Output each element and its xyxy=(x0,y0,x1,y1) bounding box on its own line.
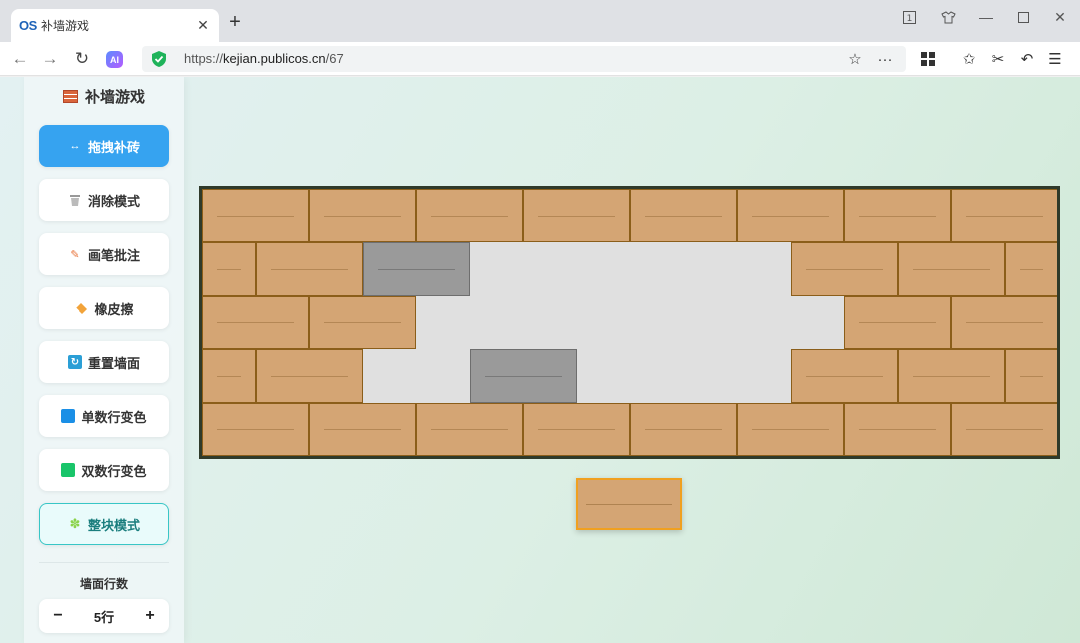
tab-title: 补墙游戏 xyxy=(41,19,90,33)
wall-brick[interactable] xyxy=(844,189,951,243)
url-path: /67 xyxy=(325,51,344,66)
rows-value: 5行 xyxy=(93,609,115,625)
erase-mode-button[interactable]: 消除模式 xyxy=(39,179,169,221)
browser-tab[interactable]: OS 补墙游戏 ✕ xyxy=(11,9,219,42)
wall-brick[interactable] xyxy=(951,402,1057,456)
whole-block-mode-label: 整块模式 xyxy=(87,517,140,533)
erase-mode-label: 消除模式 xyxy=(87,193,140,209)
wall-brick[interactable] xyxy=(416,402,523,456)
brick-wall xyxy=(199,186,1060,459)
wall-brick[interactable] xyxy=(737,402,844,456)
maximize-icon[interactable] xyxy=(1010,6,1036,28)
reset-wall-button[interactable]: ↻ 重置墙面 xyxy=(39,341,169,383)
eraser-button[interactable]: 橡皮擦 xyxy=(39,287,169,329)
eraser-label: 橡皮擦 xyxy=(94,301,134,317)
wall-brick[interactable] xyxy=(309,295,416,350)
wall-rows-stepper: − 5行 + xyxy=(39,599,169,633)
url-prefix: https:// xyxy=(184,51,224,66)
svg-text:1: 1 xyxy=(906,14,912,24)
whole-block-mode-button[interactable]: ✽ 整块模式 xyxy=(39,503,169,545)
wall-brick[interactable] xyxy=(630,189,737,243)
draggable-brick[interactable] xyxy=(576,478,682,530)
wall-brick[interactable] xyxy=(1004,349,1057,403)
wall-brick[interactable] xyxy=(309,402,416,456)
grey-brick[interactable] xyxy=(469,349,577,403)
reset-icon: ↻ xyxy=(67,355,82,369)
wall-brick[interactable] xyxy=(202,189,309,243)
tab-count-icon[interactable]: 1 xyxy=(896,6,922,28)
wall-brick[interactable] xyxy=(1004,242,1057,296)
even-row-color-button[interactable]: 双数行变色 xyxy=(39,449,169,491)
wall-brick[interactable] xyxy=(202,349,256,403)
pencil-icon: ✎ xyxy=(70,248,80,261)
wall-brick[interactable] xyxy=(951,189,1057,243)
back-arrow-icon[interactable]: ← xyxy=(8,48,32,70)
site-logo-icon: OS xyxy=(19,18,37,33)
minimize-icon[interactable]: — xyxy=(973,6,999,28)
wall-brick[interactable] xyxy=(202,242,256,296)
pen-annotate-label: 画笔批注 xyxy=(87,247,140,263)
wall-brick[interactable] xyxy=(202,402,309,456)
swap-arrows-icon: ↔ xyxy=(69,140,81,152)
wall-brick[interactable] xyxy=(790,349,898,403)
ai-assistant-icon[interactable]: AI xyxy=(106,51,123,68)
window-close-icon[interactable]: ✕ xyxy=(1047,6,1073,28)
trash-icon xyxy=(68,193,82,207)
new-tab-button[interactable]: + xyxy=(224,12,246,34)
url-text[interactable]: https://kejian.publicos.cn/67 xyxy=(184,51,344,66)
forward-arrow-icon[interactable]: → xyxy=(38,48,62,70)
scissors-icon[interactable]: ✂ xyxy=(987,48,1009,70)
wall-brick[interactable] xyxy=(737,189,844,243)
wall-brick[interactable] xyxy=(897,242,1005,296)
wall-brick[interactable] xyxy=(309,189,416,243)
puzzle-icon: ✽ xyxy=(69,516,81,531)
even-row-color-label: 双数行变色 xyxy=(81,463,147,479)
favorites-list-icon[interactable]: ✩ xyxy=(958,48,980,70)
app-title: 补墙游戏 xyxy=(24,86,184,107)
eraser-icon xyxy=(74,301,88,315)
app-title-text: 补墙游戏 xyxy=(84,89,145,106)
apps-grid-icon[interactable] xyxy=(917,48,939,70)
wall-brick[interactable] xyxy=(416,189,523,243)
wall-brick[interactable] xyxy=(523,189,630,243)
sidebar-divider xyxy=(39,562,169,563)
wall-brick[interactable] xyxy=(844,295,951,350)
page-content: 补墙游戏 ↔ 拖拽补砖 消除模式 ✎ 画笔批注 橡皮擦 ↻ 重置墙面 单数行变色… xyxy=(0,77,1080,643)
pen-annotate-button[interactable]: ✎ 画笔批注 xyxy=(39,233,169,275)
reset-wall-label: 重置墙面 xyxy=(87,355,140,371)
green-square-icon xyxy=(61,463,76,477)
rows-increment-button[interactable]: + xyxy=(133,599,167,633)
menu-icon[interactable]: ☰ xyxy=(1044,48,1066,70)
wall-brick[interactable] xyxy=(844,402,951,456)
wall-brick[interactable] xyxy=(255,242,363,296)
more-dots-icon[interactable]: ··· xyxy=(874,48,896,70)
bookmark-star-icon[interactable]: ☆ xyxy=(844,48,866,70)
brick-wall-icon xyxy=(62,90,78,103)
grey-brick[interactable] xyxy=(362,242,470,296)
wall-brick[interactable] xyxy=(630,402,737,456)
wall-canvas[interactable] xyxy=(202,189,1057,456)
reload-icon[interactable]: ↻ xyxy=(70,48,94,70)
odd-row-color-button[interactable]: 单数行变色 xyxy=(39,395,169,437)
wall-brick[interactable] xyxy=(790,242,898,296)
security-shield-icon[interactable] xyxy=(151,50,167,68)
rows-decrement-button[interactable]: − xyxy=(41,599,75,633)
drag-fill-button[interactable]: ↔ 拖拽补砖 xyxy=(39,125,169,167)
blue-square-icon xyxy=(61,409,76,423)
odd-row-color-label: 单数行变色 xyxy=(81,409,147,425)
wall-brick[interactable] xyxy=(897,349,1005,403)
skin-shirt-icon[interactable] xyxy=(935,6,961,28)
wall-brick[interactable] xyxy=(202,295,309,350)
wall-rows-label: 墙面行数 xyxy=(79,577,128,591)
close-tab-icon[interactable]: ✕ xyxy=(195,17,211,34)
browser-tab-bar: OS 补墙游戏 ✕ + 1 — ✕ xyxy=(0,0,1080,42)
sidebar: 补墙游戏 ↔ 拖拽补砖 消除模式 ✎ 画笔批注 橡皮擦 ↻ 重置墙面 单数行变色… xyxy=(24,77,184,643)
wall-brick[interactable] xyxy=(255,349,363,403)
drag-fill-label: 拖拽补砖 xyxy=(87,139,140,155)
undo-icon[interactable]: ↶ xyxy=(1016,48,1038,70)
wall-brick[interactable] xyxy=(523,402,630,456)
wall-brick[interactable] xyxy=(951,295,1057,350)
url-domain: kejian.publicos.cn xyxy=(223,51,326,66)
